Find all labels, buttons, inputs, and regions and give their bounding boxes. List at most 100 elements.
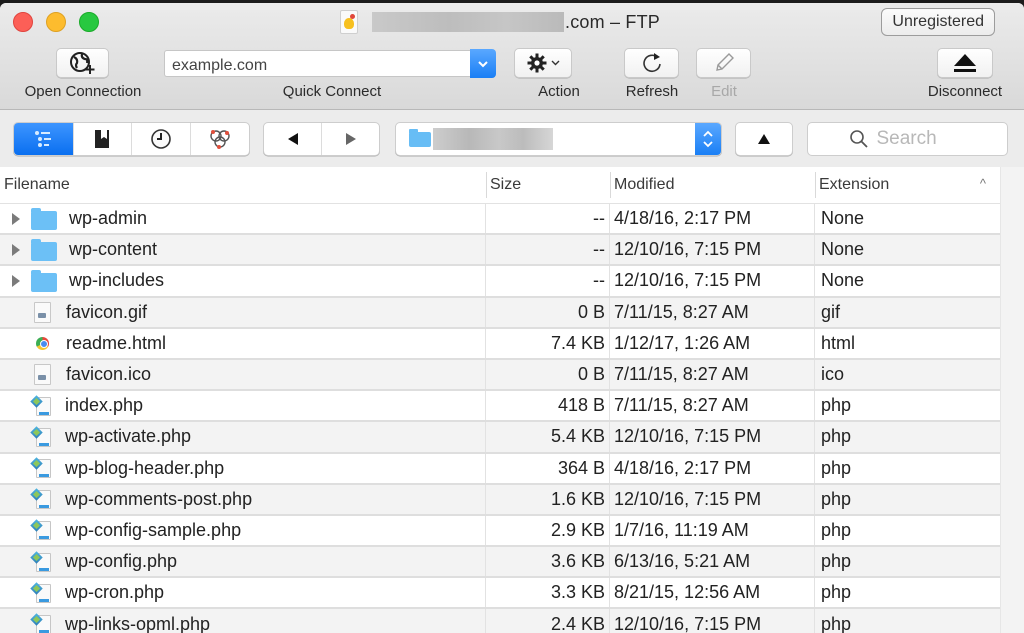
filename-cell: wp-activate.php — [0, 422, 486, 452]
zoom-window-button[interactable] — [79, 12, 99, 32]
image-file-icon — [34, 364, 51, 386]
close-window-button[interactable] — [13, 12, 33, 32]
document-proxy-icon[interactable] — [340, 10, 358, 34]
quick-connect-input[interactable] — [164, 50, 470, 77]
open-connection-label: Open Connection — [24, 83, 142, 100]
size-cell: 2.9 KB — [486, 515, 610, 546]
search-input[interactable] — [876, 128, 967, 150]
modified-cell: 12/10/16, 7:15 PM — [610, 484, 815, 514]
edit-label: Edit — [711, 83, 737, 100]
modified-cell: 6/13/16, 5:21 AM — [610, 547, 815, 577]
filename-cell: favicon.gif — [0, 297, 486, 327]
column-header-extension[interactable]: Extension ^ — [815, 167, 1000, 203]
table-row[interactable]: wp-blog-header.php 364 B 4/18/16, 2:17 PM p… — [0, 453, 1000, 485]
forward-arrow-icon — [345, 133, 356, 145]
path-popup[interactable] — [395, 122, 722, 156]
filename-text: wp-activate.php — [65, 426, 192, 447]
disconnect-button[interactable] — [937, 48, 993, 78]
table-row[interactable]: wp-admin -- 4/18/16, 2:17 PM None — [0, 204, 1000, 236]
filename-cell: wp-config-sample.php — [0, 515, 486, 546]
back-button[interactable] — [264, 123, 322, 155]
filename-text: index.php — [65, 395, 144, 416]
column-header-modified[interactable]: Modified — [610, 167, 815, 203]
title-toolbar: .com – FTP Unregistered Open Connection … — [0, 3, 1024, 110]
folder-icon — [409, 128, 431, 147]
file-browser-table: Filename Size Modified Extension ^ wp-adm… — [0, 167, 1024, 633]
filename-text: wp-comments-post.php — [65, 488, 253, 509]
disclosure-triangle-icon[interactable] — [12, 212, 20, 225]
vertical-scrollbar[interactable] — [1000, 167, 1024, 633]
size-cell: 0 B — [486, 297, 610, 327]
size-cell: 1.6 KB — [486, 484, 610, 514]
size-cell: 418 B — [486, 391, 610, 421]
history-navigation-control — [263, 122, 380, 156]
php-file-icon — [30, 488, 53, 510]
bonjour-view-button[interactable] — [191, 123, 250, 155]
table-row[interactable]: wp-includes -- 12/10/16, 7:15 PM None — [0, 266, 1000, 298]
filename-cell: wp-includes — [0, 266, 486, 296]
path-stepper[interactable] — [695, 123, 721, 155]
browser-view-button[interactable] — [14, 123, 74, 155]
up-arrow-icon — [758, 134, 770, 144]
column-header-filename[interactable]: Filename — [0, 167, 486, 203]
filename-cell: index.php — [0, 391, 486, 421]
history-view-button[interactable] — [132, 123, 191, 155]
unregistered-button[interactable]: Unregistered — [881, 8, 995, 36]
action-button[interactable] — [514, 48, 572, 78]
extension-cell: None — [821, 208, 865, 229]
table-row[interactable]: favicon.gif 0 B 7/11/15, 8:27 AM gif — [0, 297, 1000, 329]
column-label: Modified — [614, 176, 675, 193]
extension-cell: php — [821, 613, 852, 633]
modified-cell: 4/18/16, 2:17 PM — [610, 453, 815, 483]
table-row[interactable]: wp-links-opml.php 2.4 KB 12/10/16, 7:15 PM… — [0, 609, 1000, 633]
refresh-label: Refresh — [625, 83, 679, 100]
modified-cell: 7/11/15, 8:27 AM — [610, 359, 815, 390]
filename-text: favicon.ico — [66, 364, 152, 385]
ftp-window: .com – FTP Unregistered Open Connection … — [0, 3, 1024, 633]
table-row[interactable]: favicon.ico 0 B 7/11/15, 8:27 AM ico — [0, 359, 1000, 392]
quick-connect-dropdown-button[interactable] — [470, 49, 496, 78]
table-row[interactable]: wp-activate.php 5.4 KB 12/10/16, 7:15 PM ph… — [0, 422, 1000, 454]
table-row[interactable]: wp-comments-post.php 1.6 KB 12/10/16, 7:15… — [0, 484, 1000, 516]
modified-cell: 7/11/15, 8:27 AM — [610, 391, 815, 421]
search-field[interactable] — [807, 122, 1008, 156]
size-cell: -- — [486, 266, 610, 296]
filename-cell: readme.html — [0, 328, 486, 358]
filename-cell: wp-content — [0, 235, 486, 265]
forward-button[interactable] — [322, 123, 379, 155]
column-header-size[interactable]: Size — [486, 167, 610, 203]
table-row[interactable]: wp-cron.php 3.3 KB 8/21/15, 12:56 AM php — [0, 578, 1000, 610]
bookmarks-view-button[interactable] — [74, 123, 132, 155]
open-connection-button[interactable] — [56, 48, 109, 78]
php-file-icon — [30, 394, 53, 417]
filename-text: wp-config-sample.php — [65, 519, 242, 540]
back-arrow-icon — [287, 133, 298, 145]
disclosure-triangle-icon[interactable] — [12, 274, 20, 287]
size-cell: 2.4 KB — [486, 609, 610, 633]
modified-cell: 1/12/17, 1:26 AM — [610, 328, 815, 358]
table-row[interactable]: wp-config.php 3.6 KB 6/13/16, 5:21 AM php — [0, 547, 1000, 579]
chevron-down-icon — [478, 60, 488, 67]
window-title: .com – FTP — [340, 8, 660, 36]
php-file-icon — [30, 550, 53, 573]
disclosure-triangle-icon[interactable] — [12, 243, 20, 256]
up-down-chevron-icon — [703, 130, 713, 148]
table-row[interactable]: index.php 418 B 7/11/15, 8:27 AM php — [0, 391, 1000, 423]
refresh-button[interactable] — [624, 48, 679, 78]
modified-cell: 12/10/16, 7:15 PM — [610, 422, 815, 452]
folder-icon — [31, 269, 57, 292]
table-row[interactable]: wp-config-sample.php 2.9 KB 1/7/16, 11:19 … — [0, 515, 1000, 548]
table-row[interactable]: readme.html 7.4 KB 1/12/17, 1:26 AM html — [0, 328, 1000, 360]
filename-cell: wp-admin — [0, 204, 486, 234]
extension-cell: php — [821, 488, 852, 509]
minimize-window-button[interactable] — [46, 12, 66, 32]
table-row[interactable]: wp-content -- 12/10/16, 7:15 PM None — [0, 235, 1000, 267]
edit-button[interactable] — [696, 48, 751, 78]
php-file-icon — [30, 519, 53, 541]
filename-text: wp-cron.php — [65, 582, 165, 603]
filename-cell: wp-blog-header.php — [0, 453, 486, 483]
quick-connect-label: Quick Connect — [282, 83, 382, 100]
filename-text: wp-includes — [69, 270, 165, 291]
image-file-icon — [34, 301, 51, 323]
parent-directory-button[interactable] — [735, 122, 793, 156]
